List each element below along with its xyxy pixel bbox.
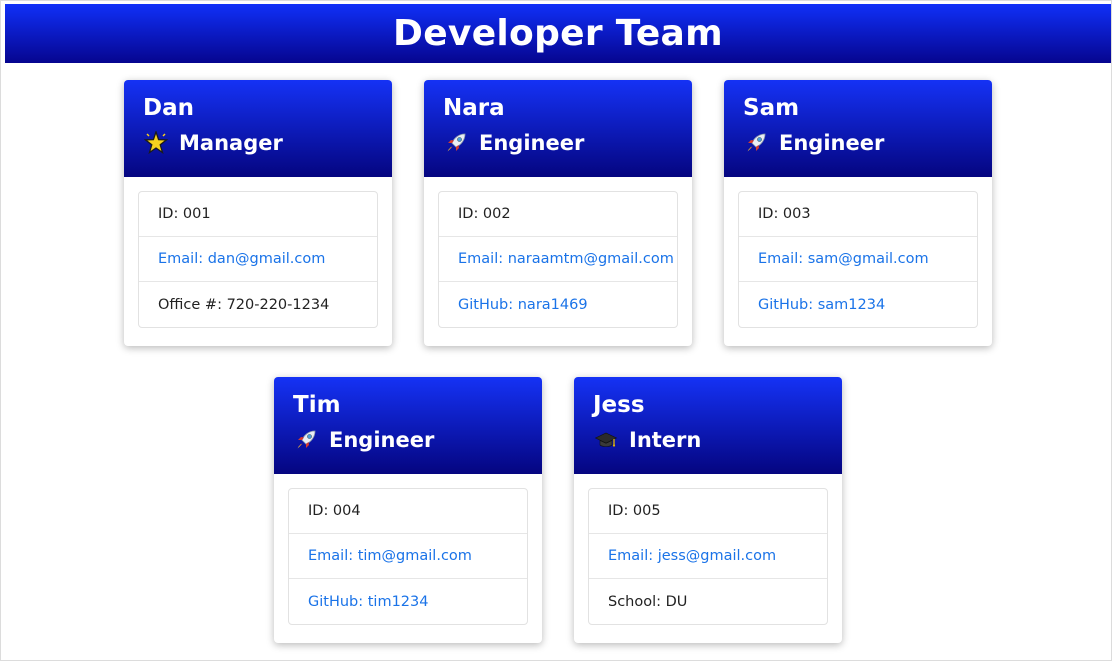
employee-card-sam: Sam Engineer ID: 003 Email: sam@gmail.co… [724, 80, 992, 346]
employee-name: Tim [293, 392, 341, 418]
page-header: Developer Team [5, 4, 1111, 63]
employee-card-tim: Tim Engineer ID: 004 Email: tim@gmail.co… [274, 377, 542, 643]
github-link[interactable]: GitHub: sam1234 [758, 297, 885, 313]
rocket-icon [293, 427, 319, 453]
role-label: Intern [629, 428, 702, 452]
employee-details: ID: 001 Email: dan@gmail.com Office #: 7… [138, 191, 378, 328]
github-link[interactable]: GitHub: nara1469 [458, 297, 588, 313]
email-link[interactable]: Email: jess@gmail.com [608, 548, 776, 564]
role-label: Manager [179, 131, 283, 155]
school: School: DU [608, 593, 688, 610]
card-header: Sam Engineer [724, 80, 992, 177]
list-item: GitHub: nara1469 [439, 282, 677, 327]
employee-name: Dan [143, 95, 194, 121]
email-link[interactable]: Email: naraamtm@gmail.com [458, 251, 674, 267]
employee-name: Sam [743, 95, 800, 121]
rocket-icon [443, 130, 469, 156]
graduation-cap-icon [593, 427, 619, 453]
page: Developer Team Dan Manager ID: 001 Email… [0, 0, 1112, 661]
employee-role: Engineer [443, 130, 692, 156]
email-link[interactable]: Email: tim@gmail.com [308, 548, 472, 564]
employee-id: ID: 003 [739, 192, 977, 237]
employee-role: Intern [593, 427, 842, 453]
employee-role: Engineer [743, 130, 992, 156]
role-label: Engineer [779, 131, 885, 155]
employee-id: ID: 005 [589, 489, 827, 534]
employee-id: ID: 001 [139, 192, 377, 237]
role-label: Engineer [479, 131, 585, 155]
email-link[interactable]: Email: sam@gmail.com [758, 251, 929, 267]
email-link[interactable]: Email: dan@gmail.com [158, 251, 325, 267]
employee-id: ID: 004 [289, 489, 527, 534]
list-item: GitHub: tim1234 [289, 579, 527, 624]
role-label: Engineer [329, 428, 435, 452]
employee-details: ID: 002 Email: naraamtm@gmail.com GitHub… [438, 191, 678, 328]
employee-details: ID: 005 Email: jess@gmail.com School: DU [588, 488, 828, 625]
employee-card-nara: Nara Engineer ID: 002 Email: naraamtm@gm… [424, 80, 692, 346]
card-header: Tim Engineer [274, 377, 542, 474]
rocket-icon [743, 130, 769, 156]
list-item: Email: dan@gmail.com [139, 237, 377, 282]
employee-details: ID: 003 Email: sam@gmail.com GitHub: sam… [738, 191, 978, 328]
github-link[interactable]: GitHub: tim1234 [308, 594, 428, 610]
office-number: Office #: 720-220-1234 [158, 296, 330, 313]
list-item: Email: jess@gmail.com [589, 534, 827, 579]
card-header: Jess Intern [574, 377, 842, 474]
star-icon [143, 130, 169, 156]
page-title: Developer Team [393, 13, 723, 54]
list-item: GitHub: sam1234 [739, 282, 977, 327]
list-item: Email: naraamtm@gmail.com [439, 237, 677, 282]
card-header: Dan Manager [124, 80, 392, 177]
employee-role: Manager [143, 130, 392, 156]
list-item: Email: tim@gmail.com [289, 534, 527, 579]
employee-card-jess: Jess Intern ID: 005 Email: jess@gmail.co… [574, 377, 842, 643]
employee-role: Engineer [293, 427, 542, 453]
employee-name: Nara [443, 95, 505, 121]
list-item: Email: sam@gmail.com [739, 237, 977, 282]
employee-name: Jess [593, 392, 645, 418]
card-header: Nara Engineer [424, 80, 692, 177]
employee-id: ID: 002 [439, 192, 677, 237]
employee-card-dan: Dan Manager ID: 001 Email: dan@gmail.com… [124, 80, 392, 346]
employee-details: ID: 004 Email: tim@gmail.com GitHub: tim… [288, 488, 528, 625]
